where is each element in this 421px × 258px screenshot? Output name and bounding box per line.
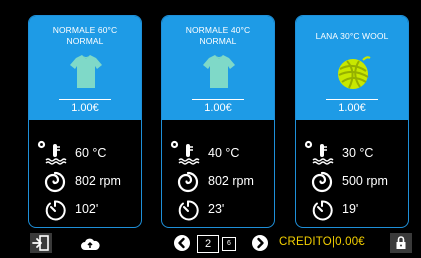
program-price: 1.00€ bbox=[338, 102, 366, 114]
price-divider bbox=[192, 99, 244, 100]
duration-value: 23' bbox=[208, 202, 225, 216]
water-temperature-icon bbox=[312, 144, 334, 165]
spin-icon bbox=[311, 171, 333, 193]
program-header: NORMALE 60°C NORMAL 1.00€ bbox=[29, 16, 141, 120]
spin-icon bbox=[44, 171, 66, 193]
exit-button[interactable] bbox=[30, 233, 52, 253]
timer-icon bbox=[178, 200, 199, 221]
water-temperature-icon bbox=[45, 144, 67, 165]
program-card-normale-40[interactable]: NORMALE 40°C NORMAL 1.00€ 40 °C 802 rpm bbox=[161, 15, 275, 228]
lock-button[interactable] bbox=[390, 233, 412, 253]
duration-row: 102' bbox=[29, 198, 141, 222]
previous-page-button[interactable] bbox=[174, 235, 190, 251]
spin-value: 802 rpm bbox=[208, 174, 254, 188]
chevron-right-icon bbox=[257, 237, 264, 249]
duration-row: 23' bbox=[162, 198, 274, 222]
program-card-normale-60[interactable]: NORMALE 60°C NORMAL 1.00€ 60 °C 802 rpm bbox=[28, 15, 142, 228]
spin-row: 802 rpm bbox=[29, 170, 141, 194]
lock-icon bbox=[396, 236, 406, 249]
credit-display: CREDITO|0.00€ bbox=[279, 236, 365, 248]
temperature-value: 30 °C bbox=[342, 146, 374, 160]
program-price: 1.00€ bbox=[204, 102, 232, 114]
program-name: NORMALE 40°C NORMAL bbox=[185, 25, 251, 46]
timer-icon bbox=[45, 200, 66, 221]
temperature-value: 60 °C bbox=[75, 146, 107, 160]
temperature-row: 40 °C bbox=[162, 140, 274, 166]
exit-door-icon bbox=[32, 235, 49, 251]
duration-row: 19' bbox=[296, 198, 408, 222]
cloud-upload-icon[interactable] bbox=[80, 237, 100, 251]
chevron-left-icon bbox=[178, 237, 185, 249]
duration-value: 19' bbox=[342, 202, 359, 216]
program-card-lana-30[interactable]: LANA 30°C WOOL 1.00€ 30 °C 500 rpm 19' bbox=[295, 15, 409, 228]
total-pages: 6 bbox=[222, 237, 236, 251]
next-page-button[interactable] bbox=[252, 235, 268, 251]
wool-ball-icon bbox=[338, 56, 371, 89]
temperature-row: 30 °C bbox=[296, 140, 408, 166]
duration-value: 102' bbox=[75, 202, 99, 216]
shirt-icon bbox=[203, 55, 235, 88]
price-divider bbox=[326, 99, 378, 100]
water-temperature-icon bbox=[178, 144, 200, 165]
spin-value: 802 rpm bbox=[75, 174, 121, 188]
shirt-icon bbox=[70, 55, 102, 88]
temperature-row: 60 °C bbox=[29, 140, 141, 166]
spin-row: 802 rpm bbox=[162, 170, 274, 194]
timer-icon bbox=[312, 200, 333, 221]
program-header: NORMALE 40°C NORMAL 1.00€ bbox=[162, 16, 274, 120]
program-price: 1.00€ bbox=[71, 102, 99, 114]
price-divider bbox=[59, 99, 111, 100]
spin-icon bbox=[177, 171, 199, 193]
spin-row: 500 rpm bbox=[296, 170, 408, 194]
program-name: LANA 30°C WOOL bbox=[315, 31, 389, 41]
temperature-value: 40 °C bbox=[208, 146, 240, 160]
spin-value: 500 rpm bbox=[342, 174, 388, 188]
program-name: NORMALE 60°C NORMAL bbox=[52, 25, 118, 46]
program-header: LANA 30°C WOOL 1.00€ bbox=[296, 16, 408, 120]
current-page: 2 bbox=[197, 235, 219, 253]
